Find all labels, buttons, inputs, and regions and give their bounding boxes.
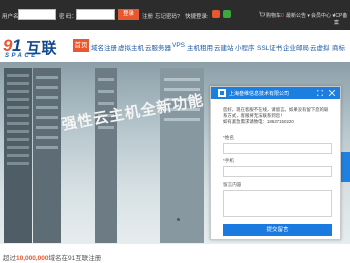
wechat-login-icon[interactable] (223, 10, 231, 18)
password-input[interactable] (76, 9, 115, 20)
chevron-down-icon: ▾ (307, 13, 310, 19)
carousel-dot[interactable] (177, 218, 180, 221)
name-label: *姓名 (223, 135, 234, 140)
chat-dialog: 上海叁维信息技术有限公司 您好，现在客服不在线，请留言。如果没有留下您的联 系方… (210, 86, 341, 240)
nav-vps[interactable]: VPS (172, 42, 185, 49)
chat-header[interactable]: 上海叁维信息技术有限公司 (211, 87, 340, 99)
register-link[interactable]: 注册 (142, 12, 153, 20)
nav-domain[interactable]: 域名注册 (91, 42, 117, 52)
quick-login-label: 快捷登录: (185, 14, 209, 20)
news-dropdown[interactable]: 最新公告 ▾ (286, 12, 310, 19)
close-icon[interactable] (329, 90, 335, 96)
cart-icon[interactable] (259, 11, 266, 18)
nav-trademark[interactable]: 商标 (332, 42, 345, 52)
qq-login-icon[interactable] (212, 10, 220, 18)
chat-title: 上海叁维信息技术有限公司 (229, 91, 290, 97)
nav-ssl[interactable]: SSL证书 (257, 42, 282, 52)
main-nav: 9 1 互联 SPACE 首页 域名注册 虚拟主机 云服务器 VPS 主机租用 … (0, 30, 350, 62)
nav-host-rental[interactable]: 主机租用 (187, 42, 213, 52)
icp-link[interactable]: ICP备案 (334, 12, 350, 26)
cart-count: 0 (281, 13, 284, 19)
cart-label: 购物车 (266, 13, 282, 19)
phone-field[interactable] (223, 166, 332, 177)
stat-prefix: 超过 (3, 255, 16, 262)
nav-cloud-virtual[interactable]: 云虚拟 (310, 42, 330, 52)
nav-cloud-site[interactable]: 云建站 (214, 42, 234, 52)
logo-subtitle: SPACE (5, 53, 38, 59)
password-label: 密 码： (59, 14, 78, 20)
news-label: 最新公告 (286, 13, 307, 19)
top-bar: 用户名： 密 码： 登录 注册 忘记密码? 快捷登录: 购物车0 最新公告 ▾ … (0, 0, 350, 30)
nav-enterprise-mail[interactable]: 企业邮局 (283, 42, 309, 52)
stat-suffix: 域名在91互联注册 (48, 255, 102, 262)
emergency-phone: 如有紧急需求请致电：18637150220 (223, 119, 294, 125)
stat-number: 10,000,000 (16, 255, 49, 262)
member-center-dropdown[interactable]: 会员中心 ▾ (311, 12, 335, 19)
phone-label: *手机 (223, 158, 234, 163)
nav-home[interactable]: 首页 (73, 39, 89, 52)
message-label: 留言内容 (223, 182, 242, 187)
server-rack-image (4, 68, 32, 243)
company-logo-icon (218, 89, 226, 97)
message-textarea[interactable] (223, 190, 332, 217)
nav-virtual-host[interactable]: 虚拟主机 (118, 42, 144, 52)
svg-text:1: 1 (12, 37, 21, 53)
domain-stat: 超过10,000,000域名在91互联注册 (3, 252, 101, 262)
forgot-password-link[interactable]: 忘记密码? (155, 12, 180, 20)
expand-icon[interactable] (317, 90, 323, 96)
name-field[interactable] (223, 143, 332, 154)
username-input[interactable] (18, 9, 56, 20)
nav-mini-program[interactable]: 小程序 (235, 42, 255, 52)
chat-offline-message: 您好，现在客服不在线，请留言。如果没有留下您的联 系方式，客服将无法联系到您！ … (223, 107, 339, 126)
server-rack-image (33, 68, 61, 243)
server-rack-image (95, 68, 117, 243)
member-label: 会员中心 (311, 13, 332, 19)
login-button[interactable]: 登录 (118, 9, 139, 20)
nav-cloud-server[interactable]: 云服务器 (145, 42, 171, 52)
cart-link[interactable]: 购物车0 (266, 12, 284, 19)
submit-message-button[interactable]: 提交留言 (223, 224, 332, 236)
